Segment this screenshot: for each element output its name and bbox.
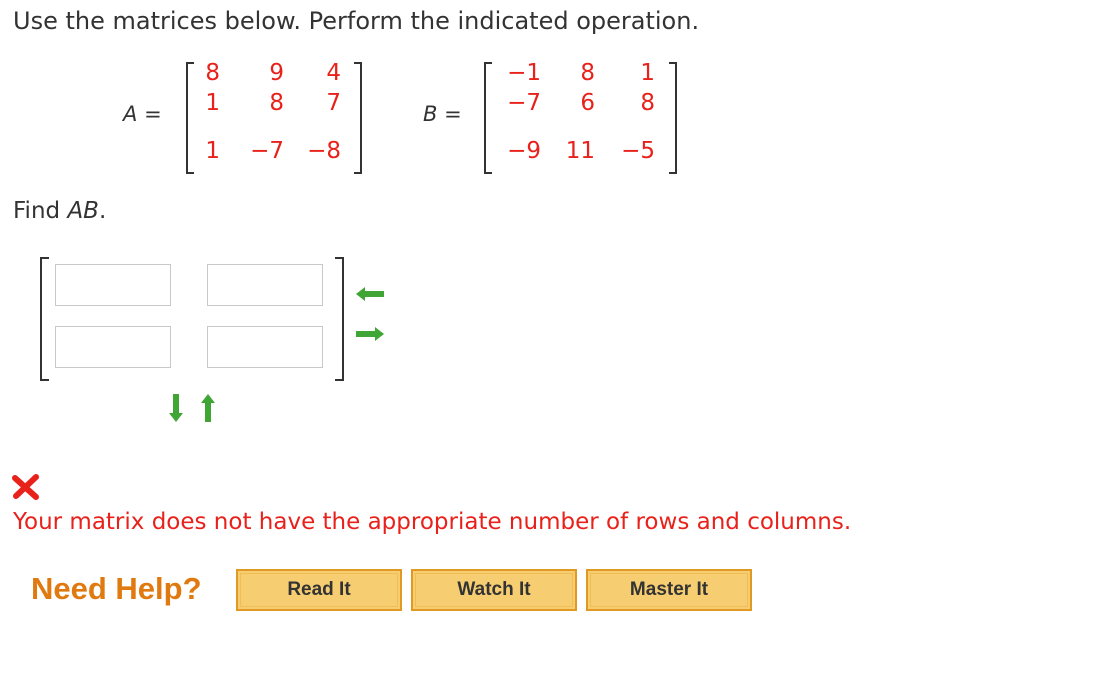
error-message: Your matrix does not have the appropriat… [13,509,852,535]
answer-cell-r2c1[interactable] [55,326,171,368]
answer-cell-r1c2[interactable] [207,264,323,306]
matrix-b-left-bracket [484,62,492,174]
watch-it-button[interactable]: Watch It [411,569,577,611]
matrix-a-cell: 9 [269,60,284,86]
task-prompt: Find AB. [13,198,106,224]
matrix-b-cell: −5 [621,138,655,164]
matrix-a-right-bracket [354,62,362,174]
matrix-a-equals: = [144,102,162,126]
red-x-icon [12,474,39,500]
matrix-a-cell: 7 [326,90,341,116]
arrow-left-icon[interactable] [355,286,385,302]
answer-cell-r1c1[interactable] [55,264,171,306]
matrix-b-cell: 8 [580,60,595,86]
need-help-label: Need Help? [31,571,202,606]
matrix-b-right-bracket [669,62,677,174]
matrix-b-cell: 11 [565,138,595,164]
task-operand: AB [67,198,99,224]
answer-cell-r2c2[interactable] [207,326,323,368]
matrix-a-cell: −8 [307,138,341,164]
read-it-button[interactable]: Read It [236,569,402,611]
matrix-b: −1 8 1 −7 6 8 −9 11 −5 [484,60,677,174]
matrix-b-cell: −9 [507,138,541,164]
matrix-b-equals: = [444,102,462,126]
matrix-b-cell: 8 [640,90,655,116]
matrix-b-cell: −7 [507,90,541,116]
arrow-up-icon[interactable] [200,393,216,423]
matrix-a-cell: 1 [205,138,220,164]
matrix-a-cell: 1 [205,90,220,116]
matrix-a-label: A = [123,102,162,126]
matrix-b-cell: −1 [507,60,541,86]
arrow-right-icon[interactable] [355,326,385,342]
matrix-b-name: B [423,102,438,126]
arrow-down-icon[interactable] [168,393,184,423]
matrix-b-cell: 1 [640,60,655,86]
matrix-a-cell: 8 [205,60,220,86]
master-it-button[interactable]: Master It [586,569,752,611]
matrix-a-left-bracket [186,62,194,174]
matrix-a-cell: 8 [269,90,284,116]
task-prefix: Find [13,198,68,224]
answer-left-bracket [40,257,49,381]
task-suffix: . [98,198,107,224]
instruction-text: Use the matrices below. Perform the indi… [13,7,700,35]
matrix-b-cell: 6 [580,90,595,116]
matrix-a-name: A [123,102,138,126]
matrix-a-cell: −7 [250,138,284,164]
matrix-b-label: B = [423,102,462,126]
answer-right-bracket [335,257,344,381]
matrix-a: 8 9 4 1 8 7 1 −7 −8 [186,60,362,174]
matrix-a-cell: 4 [326,60,341,86]
